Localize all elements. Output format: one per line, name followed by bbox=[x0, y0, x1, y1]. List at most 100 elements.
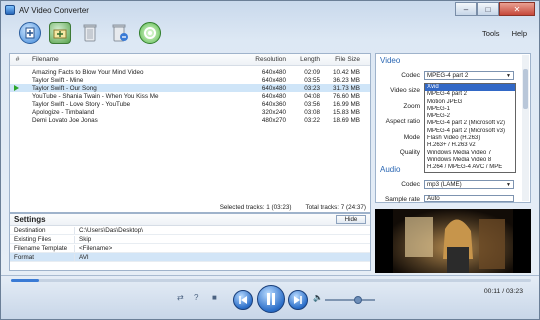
add-file-button[interactable] bbox=[19, 22, 41, 44]
clear-list-button[interactable] bbox=[109, 22, 131, 44]
conversion-options: Video Codec MPEG-4 part 2 ▼ Video size Zo… bbox=[375, 53, 531, 273]
volume-knob[interactable] bbox=[353, 296, 362, 304]
info-icon[interactable]: ? bbox=[194, 293, 198, 302]
next-button[interactable] bbox=[288, 290, 308, 310]
setting-label: Existing Files bbox=[14, 235, 52, 243]
table-row-selected[interactable]: Taylor Swift - Our Song 640x480 03:23 31.73… bbox=[10, 84, 370, 92]
dropdown-option[interactable]: H.264 / MPEG-4 AVC / MPE bbox=[425, 164, 515, 171]
row-size: 18.69 MB bbox=[333, 116, 360, 124]
setting-value: C:\Users\Das\Desktop\ bbox=[74, 226, 370, 234]
minimize-icon: – bbox=[463, 4, 469, 14]
table-row[interactable]: Taylor Swift - Mine 640x480 03:55 36.23 MB bbox=[10, 76, 370, 84]
pause-button[interactable] bbox=[257, 285, 285, 313]
setting-value: <Filename> bbox=[74, 244, 370, 252]
row-length: 03:55 bbox=[304, 76, 320, 84]
options-scrollbar[interactable] bbox=[522, 55, 529, 201]
col-resolution[interactable]: Resolution bbox=[244, 56, 286, 63]
setting-label: Filename Template bbox=[14, 244, 68, 252]
dropdown-option[interactable]: MPEG-4 part 2 bbox=[425, 91, 515, 98]
volume-icon[interactable]: 🔈 bbox=[313, 293, 323, 302]
title-bar: AV Video Converter – □ ✕ bbox=[1, 1, 539, 19]
previous-button[interactable] bbox=[233, 290, 253, 310]
row-length: 03:08 bbox=[304, 108, 320, 116]
row-size: 16.99 MB bbox=[333, 100, 360, 108]
audio-section-title: Audio bbox=[380, 165, 401, 174]
progress-fill bbox=[11, 279, 40, 282]
video-codec-select[interactable]: MPEG-4 part 2 ▼ bbox=[424, 71, 514, 80]
volume-slider[interactable] bbox=[325, 296, 375, 304]
video-size-label: Video size bbox=[390, 87, 420, 94]
row-resolution: 320x240 bbox=[261, 108, 286, 116]
settings-row-existing-files[interactable]: Existing Files Skip bbox=[10, 235, 370, 244]
menu-tools[interactable]: Tools bbox=[482, 29, 500, 38]
setting-label: Destination bbox=[14, 226, 46, 234]
col-filename[interactable]: Filename bbox=[22, 56, 244, 63]
window-title: AV Video Converter bbox=[19, 5, 89, 15]
row-length: 03:23 bbox=[304, 84, 320, 92]
player-bar: ⇄ ? ■ 🔈 00:11 / 03:23 bbox=[1, 275, 539, 319]
dropdown-option[interactable]: H.263+ / H.263 v2 bbox=[425, 142, 515, 149]
maximize-button[interactable]: □ bbox=[477, 2, 499, 16]
row-filename: YouTube - Shania Twain - When You Kiss M… bbox=[32, 92, 159, 100]
dropdown-option[interactable]: Xvid bbox=[425, 84, 515, 92]
video-options-panel: Video Codec MPEG-4 part 2 ▼ Video size Zo… bbox=[375, 53, 531, 203]
total-tracks: Total tracks: 7 (24:37) bbox=[305, 203, 366, 211]
col-length[interactable]: Length bbox=[286, 56, 320, 63]
row-resolution: 640x480 bbox=[261, 92, 286, 100]
row-resolution: 640x480 bbox=[261, 76, 286, 84]
menu-help[interactable]: Help bbox=[512, 29, 527, 38]
playback-progress[interactable] bbox=[11, 279, 531, 282]
codec-label: Codec bbox=[401, 72, 420, 79]
row-filename: Demi Lovato Joe Jonas bbox=[32, 116, 98, 124]
table-header: # Filename Resolution Length File Size bbox=[10, 54, 370, 66]
dropdown-option[interactable]: Flash Video (H.263) bbox=[425, 135, 515, 142]
dropdown-option[interactable]: MPEG-1 bbox=[425, 106, 515, 113]
quality-label: Quality bbox=[399, 149, 420, 156]
convert-button[interactable] bbox=[139, 22, 161, 44]
app-window: AV Video Converter – □ ✕ Tools Help # Fi… bbox=[0, 0, 540, 320]
table-body: Amazing Facts to Blow Your Mind Video 640… bbox=[10, 66, 370, 124]
stop-icon[interactable]: ■ bbox=[212, 293, 217, 302]
setting-value: AVI bbox=[74, 253, 370, 261]
sample-rate-label: Sample rate bbox=[384, 196, 420, 203]
convert-icon bbox=[144, 27, 156, 39]
row-resolution: 480x270 bbox=[261, 116, 286, 124]
minimize-button[interactable]: – bbox=[455, 2, 477, 16]
dropdown-option[interactable]: Windows Media Video 8 bbox=[425, 157, 515, 164]
setting-label: Format bbox=[14, 253, 34, 261]
table-row[interactable]: Apologize - Timbaland 320x240 03:08 15.83 M… bbox=[10, 108, 370, 116]
close-button[interactable]: ✕ bbox=[499, 2, 535, 16]
add-folder-button[interactable] bbox=[49, 22, 71, 44]
hide-settings-button[interactable]: Hide bbox=[336, 215, 366, 224]
sample-rate-select[interactable]: Auto bbox=[424, 195, 514, 202]
table-row[interactable]: YouTube - Shania Twain - When You Kiss M… bbox=[10, 92, 370, 100]
scrollbar-thumb[interactable] bbox=[523, 69, 528, 109]
dropdown-option[interactable]: MPEG-4 part 2 (Microsoft v3) bbox=[425, 128, 515, 135]
dropdown-option[interactable]: MPEG-2 bbox=[425, 113, 515, 120]
col-size[interactable]: File Size bbox=[320, 56, 362, 63]
dropdown-option[interactable]: MPEG-4 part 2 (Microsoft v2) bbox=[425, 120, 515, 127]
table-row[interactable]: Taylor Swift - Love Story - YouTube 640x3… bbox=[10, 100, 370, 108]
skip-back-icon bbox=[239, 296, 247, 304]
dropdown-option[interactable]: Motion JPEG bbox=[425, 99, 515, 106]
col-number[interactable]: # bbox=[10, 56, 22, 63]
remove-button[interactable] bbox=[79, 22, 101, 44]
table-row[interactable]: Demi Lovato Joe Jonas 480x270 03:22 18.69 M… bbox=[10, 116, 370, 124]
row-filename: Apologize - Timbaland bbox=[32, 108, 95, 116]
skip-forward-icon bbox=[294, 296, 302, 304]
settings-row-destination[interactable]: Destination C:\Users\Das\Desktop\ bbox=[10, 226, 370, 235]
add-folder-icon bbox=[53, 29, 67, 39]
dropdown-option[interactable]: Windows Media Video 7 bbox=[425, 150, 515, 157]
chevron-down-icon: ▼ bbox=[506, 73, 511, 79]
settings-row-filename-template[interactable]: Filename Template <Filename> bbox=[10, 244, 370, 253]
settings-row-format[interactable]: Format AVI bbox=[10, 253, 370, 262]
window-controls: – □ ✕ bbox=[455, 2, 535, 16]
audio-codec-select[interactable]: mp3 (LAME) ▼ bbox=[424, 180, 514, 189]
row-size: 15.83 MB bbox=[333, 108, 360, 116]
pause-icon bbox=[267, 293, 275, 305]
zoom-label: Zoom bbox=[403, 103, 420, 110]
repeat-icon[interactable]: ⇄ bbox=[177, 293, 184, 302]
app-icon bbox=[5, 5, 15, 15]
close-icon: ✕ bbox=[513, 4, 521, 14]
table-row[interactable]: Amazing Facts to Blow Your Mind Video 640… bbox=[10, 68, 370, 76]
